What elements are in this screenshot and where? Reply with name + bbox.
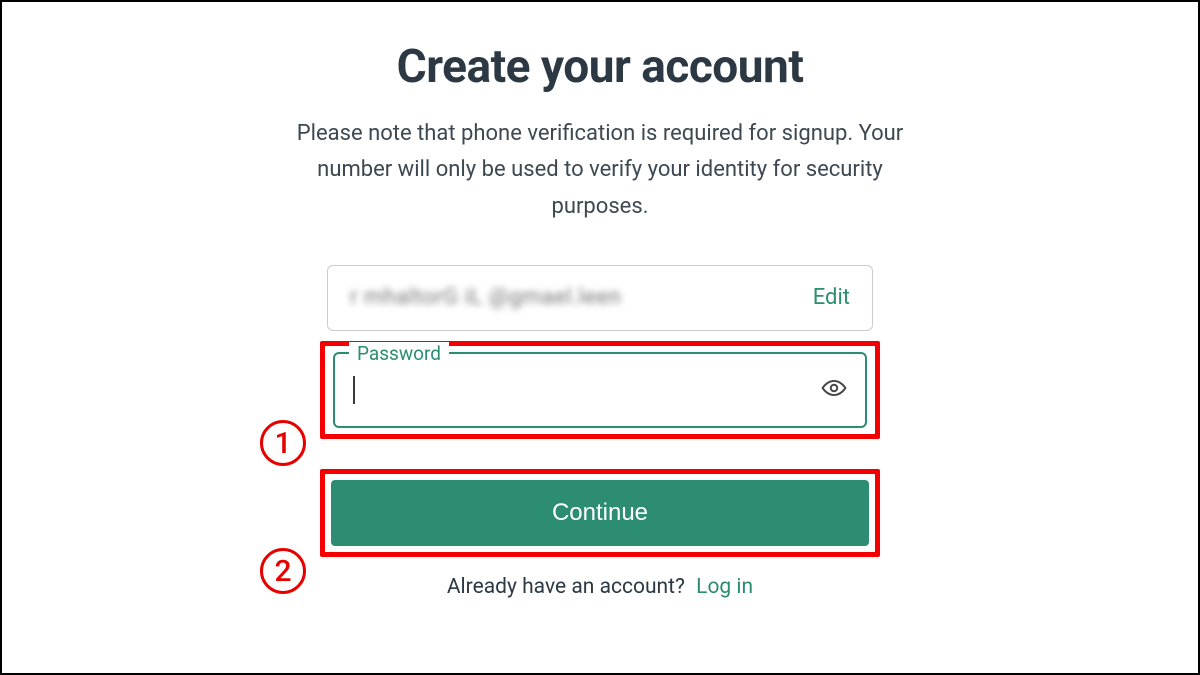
email-display-row: r mhaltorG iL @gmael.leen Edit [327,265,873,331]
continue-section: Continue [320,469,880,557]
text-cursor [353,376,355,404]
password-section: Password [320,341,880,439]
annotation-callout-2: 2 [260,548,306,594]
login-prompt-row: Already have an account? Log in [447,575,753,599]
already-have-account-text: Already have an account? [447,575,685,599]
login-link[interactable]: Log in [696,575,753,599]
password-input[interactable]: Password [333,352,867,428]
annotation-highlight-2: Continue [320,469,880,557]
eye-icon [821,375,847,405]
annotation-callout-1: 1 [260,420,306,466]
toggle-password-visibility[interactable] [821,377,847,403]
email-value-blurred: r mhaltorG iL @gmael.leen [350,285,621,310]
phone-verification-note: Please note that phone verification is r… [290,116,910,225]
edit-email-link[interactable]: Edit [813,285,850,310]
annotation-highlight-1: Password [320,341,880,439]
continue-button[interactable]: Continue [331,480,869,546]
password-field-label: Password [349,342,449,365]
page-title: Create your account [397,40,804,94]
